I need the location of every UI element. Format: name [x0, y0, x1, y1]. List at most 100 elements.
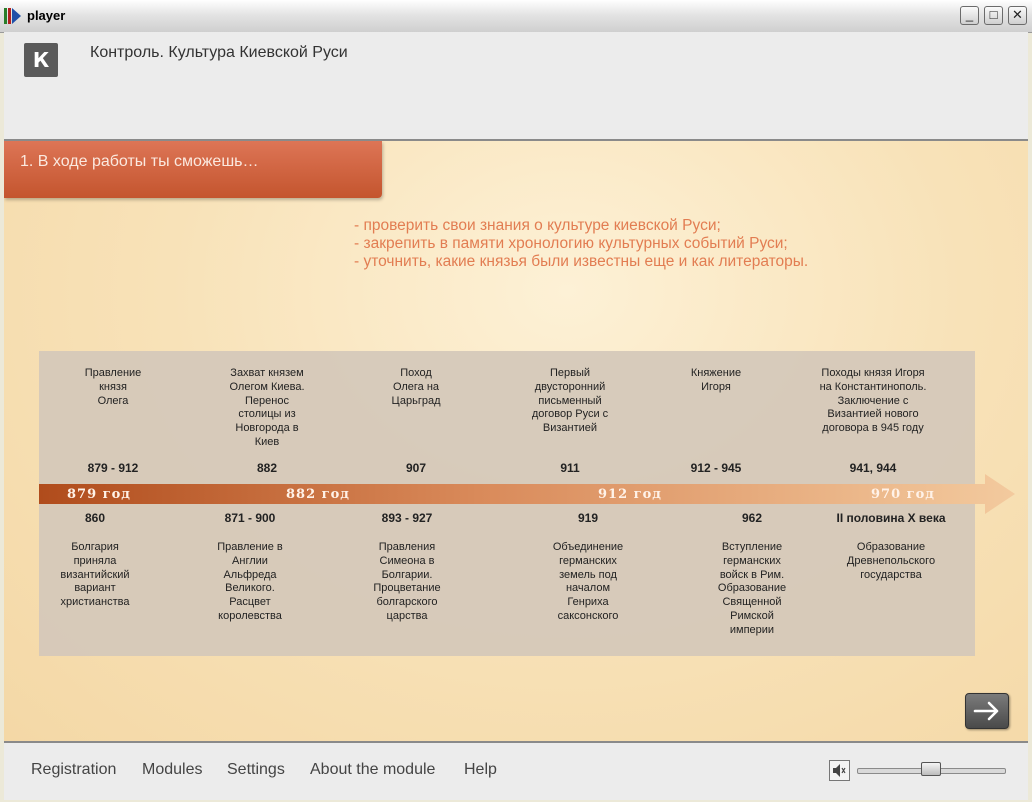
goals-list: - проверить свои знания о культуре киевс…: [354, 217, 808, 271]
event-line: Правления: [378, 541, 436, 553]
event-line: земель под: [559, 568, 617, 581]
event-line: Правление в: [217, 541, 283, 553]
footer-bar: Registration Modules Settings About the …: [4, 741, 1028, 800]
timeline-date: 907: [405, 461, 427, 475]
player-app-icon: [4, 8, 22, 24]
event-line: королевства: [218, 609, 282, 622]
event-line: договора в 945 году: [822, 422, 924, 435]
event-line: Игоря: [701, 380, 731, 393]
event-line: Перенос: [245, 394, 289, 407]
event-line: Новгорода в: [235, 422, 299, 435]
goal-item: - закрепить в памяти хронологию культурн…: [354, 235, 788, 252]
window-title: player: [27, 8, 66, 23]
timeline-date: 941, 944: [849, 461, 897, 475]
event-line: христианства: [60, 596, 130, 609]
event-line: болгарского: [376, 596, 438, 609]
nav-settings[interactable]: Settings: [227, 761, 285, 779]
event-line: столицы из: [238, 408, 296, 421]
event-line: Царьград: [391, 394, 441, 407]
lesson-content: 1. В ходе работы ты сможешь… - проверить…: [4, 141, 1028, 741]
timeline-event-text: Княжение Игоря: [666, 367, 766, 395]
timeline-event-text: Правления Симеона в Болгарии. Процветание бо…: [352, 541, 462, 624]
nav-help[interactable]: Help: [464, 761, 497, 779]
event-line: Поход: [400, 367, 432, 379]
arrow-right-icon: [973, 701, 999, 721]
goal-item: - проверить свои знания о культуре киевс…: [354, 217, 721, 234]
arrow-label: 882 год: [286, 487, 350, 502]
event-line: Великого.: [225, 582, 275, 595]
timeline-event-text: Походы князя Игоря на Константинополь. Зак…: [799, 367, 947, 436]
event-line: приняла: [73, 554, 117, 567]
arrow-label: 879 год: [67, 487, 131, 502]
event-line: Древнепольского: [846, 554, 936, 567]
event-line: Олегом Киева.: [229, 380, 305, 393]
event-line: войск в Рим.: [719, 568, 785, 581]
section-title: 1. В ходе работы ты сможешь…: [20, 153, 259, 170]
timeline-event-text: Болгария приняла византийский вариант христи…: [40, 541, 150, 610]
event-line: Болгария: [71, 541, 119, 553]
event-line: Образование: [856, 541, 926, 553]
arrow-label: 912 год: [598, 487, 662, 502]
timeline-date: 882: [256, 461, 278, 475]
event-line: Объединение: [552, 541, 624, 553]
event-line: князя: [99, 380, 127, 393]
timeline-arrow: [39, 474, 1015, 514]
event-line: Генриха: [567, 596, 609, 609]
volume-slider-thumb[interactable]: [920, 762, 941, 776]
event-line: письменный: [538, 394, 602, 407]
event-line: Римской: [730, 609, 774, 622]
event-line: саксонского: [557, 609, 619, 622]
timeline-date: II половина X века: [836, 511, 946, 525]
timeline-date: 919: [577, 511, 599, 525]
maximize-button[interactable]: □: [984, 6, 1003, 25]
event-line: Правление: [84, 367, 142, 379]
event-line: царства: [386, 609, 428, 622]
speaker-icon: [833, 764, 846, 777]
timeline-date: 871 - 900: [224, 511, 276, 525]
event-line: Первый: [549, 367, 591, 379]
timeline-date: 879 - 912: [87, 461, 139, 475]
section-banner: 1. В ходе работы ты сможешь…: [4, 141, 382, 198]
timeline-date: 962: [741, 511, 763, 525]
event-line: Вступление: [721, 541, 783, 553]
timeline-event-text: Первый двусторонний письменный договор Руси…: [510, 367, 630, 436]
event-line: двусторонний: [534, 380, 606, 393]
close-button[interactable]: ✕: [1008, 6, 1027, 25]
timeline-event-text: Правление в Англии Альфреда Великого. Расцве…: [195, 541, 305, 624]
minimize-button[interactable]: _: [960, 6, 979, 25]
event-line: Образование: [717, 582, 787, 595]
event-line: Олега: [97, 394, 129, 407]
nav-registration[interactable]: Registration: [31, 761, 116, 779]
timeline-event-text: Поход Олега на Царьград: [371, 367, 461, 408]
event-line: Захват князем: [230, 367, 304, 379]
event-line: империи: [729, 623, 775, 636]
window-titlebar: player _ □ ✕: [0, 0, 1032, 33]
maximize-icon: □: [989, 7, 998, 22]
event-line: Англии: [232, 554, 268, 567]
nav-about-module[interactable]: About the module: [310, 761, 435, 779]
module-header: К Контроль. Культура Киевской Руси: [4, 32, 1028, 141]
timeline-event-text: Образование Древнепольского государства: [816, 541, 966, 582]
nav-modules[interactable]: Modules: [142, 761, 202, 779]
arrow-label: 970 год: [871, 487, 935, 502]
next-button[interactable]: [965, 693, 1009, 729]
event-line: Симеона в: [379, 554, 435, 567]
timeline-date: 911: [560, 461, 580, 475]
timeline-date: 893 - 927: [381, 511, 433, 525]
timeline-date: 912 - 945: [690, 461, 742, 475]
event-line: государства: [860, 568, 922, 581]
timeline-event-text: Правление князя Олега: [58, 367, 168, 408]
mute-button[interactable]: [829, 760, 850, 781]
event-line: вариант: [74, 582, 116, 595]
event-line: началом: [565, 582, 611, 595]
event-line: германских: [559, 554, 617, 567]
event-line: договор Руси с: [531, 408, 609, 421]
timeline-event-text: Захват князем Олегом Киева. Перенос столицы…: [207, 367, 327, 450]
event-line: Процветание: [373, 582, 441, 595]
event-line: византийский: [60, 568, 130, 581]
event-line: Княжение: [690, 367, 742, 379]
logo: К: [24, 43, 58, 77]
timeline-event-text: Вступление германских войск в Рим. Образова…: [692, 541, 812, 638]
event-line: Византией: [542, 422, 598, 435]
event-line: Походы князя Игоря: [821, 367, 925, 379]
